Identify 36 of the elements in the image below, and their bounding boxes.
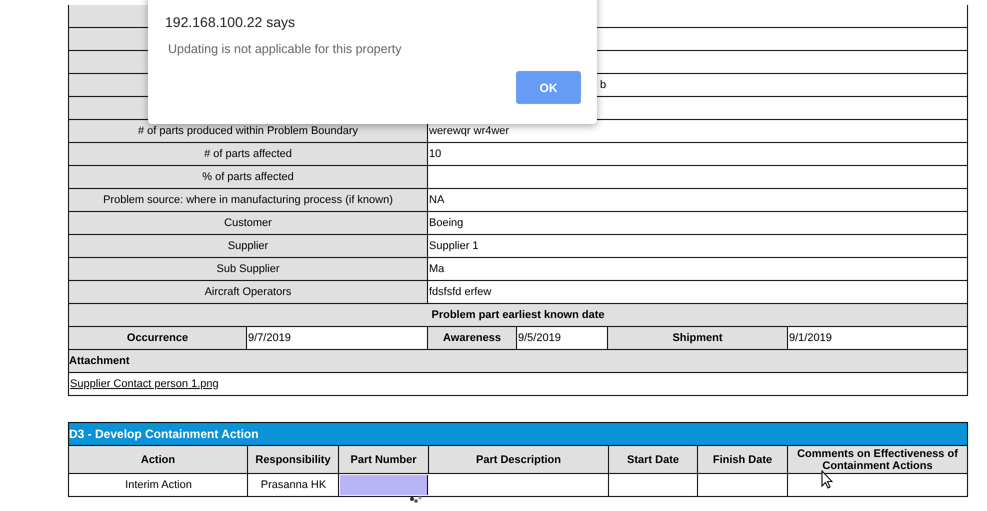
field-label: Aircraft Operators [69,281,428,303]
field-label: Customer [69,212,428,234]
column-header: Part Description [429,446,609,473]
date-label: Shipment [608,327,788,349]
loading-icon [410,494,422,503]
date-label: Occurrence [69,327,247,349]
field-label: Supplier [69,235,428,257]
section-heading: Attachment [69,350,967,372]
date-label: Awareness [428,327,517,349]
column-header: Comments on Effectiveness of Containment Actions [788,446,967,473]
field-label: % of parts affected [69,166,428,188]
column-header: Part Number [339,446,429,473]
attachment-link[interactable]: Supplier Contact person 1.png [70,378,219,390]
field-label: Problem source: where in manufacturing process (if known) [69,189,428,211]
date-value: 9/1/2019 [788,331,833,346]
column-header: Finish Date [698,446,788,473]
field-value: Ma [428,262,446,277]
field-value: Supplier 1 [428,239,480,254]
section-header: D3 - Develop Containment Action [68,422,968,445]
table-cell: Prasanna HK [248,474,339,496]
column-header: Responsibility [248,446,339,473]
column-header: Action [69,446,248,473]
dialog-title: 192.168.100.22 says [165,14,295,30]
field-value: NA [428,193,446,208]
field-value: b [600,79,606,91]
field-value: fdsfsfd erfew [428,285,492,300]
part-number-field[interactable] [340,475,428,495]
field-value: 10 [428,147,442,162]
section-heading: Problem part earliest known date [69,304,967,326]
field-value: werewqr wr4wer [428,124,510,139]
column-header: Start Date [609,446,698,473]
field-value: Boeing [428,216,464,231]
table-cell: Interim Action [69,474,248,496]
field-label: Sub Supplier [69,258,428,280]
field-label: # of parts affected [69,143,428,165]
dialog-message: Updating is not applicable for this property [168,42,402,56]
